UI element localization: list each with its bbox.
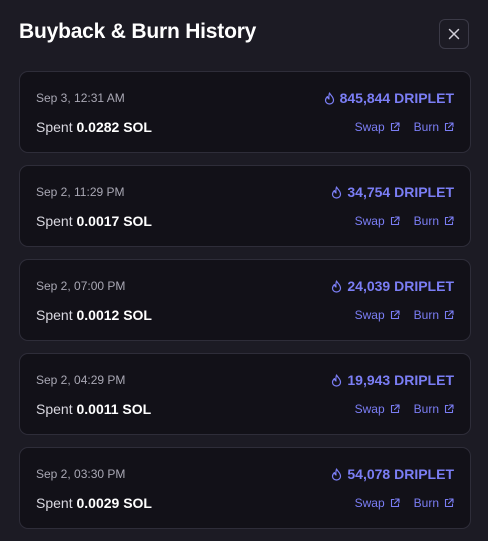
swap-link-label: Swap (354, 402, 385, 416)
burn-link[interactable]: Burn (414, 214, 454, 228)
swap-link-label: Swap (354, 214, 385, 228)
external-link-icon (390, 122, 400, 132)
modal-title: Buyback & Burn History (19, 20, 257, 43)
spent-text: Spent 0.0012 SOL (36, 307, 152, 323)
external-link-icon (390, 310, 400, 320)
swap-link[interactable]: Swap (355, 496, 400, 510)
spent-label: Spent (36, 495, 73, 511)
spent-value: 0.0017 SOL (76, 213, 152, 229)
spent-label: Spent (36, 307, 73, 323)
burn-link[interactable]: Burn (414, 496, 454, 510)
spent-value: 0.0029 SOL (76, 495, 152, 511)
external-link-icon (444, 404, 454, 414)
entry-date: Sep 2, 07:00 PM (36, 279, 126, 293)
entry-links: Swap Burn (355, 214, 454, 228)
external-link-icon (444, 216, 454, 226)
swap-link[interactable]: Swap (355, 308, 400, 322)
burn-link-label: Burn (413, 214, 439, 228)
spent-label: Spent (36, 119, 73, 135)
external-link-icon (390, 498, 400, 508)
history-card: Sep 2, 03:30 PM 54,078 DRIPLET Spent 0.0… (19, 447, 471, 529)
burn-link-label: Burn (413, 120, 439, 134)
close-icon (448, 28, 460, 40)
swap-link-label: Swap (354, 496, 385, 510)
history-list: Sep 3, 12:31 AM 845,844 DRIPLET Spent 0.… (19, 71, 471, 541)
burn-link-label: Burn (413, 402, 439, 416)
entry-date: Sep 2, 03:30 PM (36, 467, 126, 481)
history-card: Sep 2, 07:00 PM 24,039 DRIPLET Spent 0.0… (19, 259, 471, 341)
burn-amount-value: 845,844 DRIPLET (339, 90, 454, 106)
spent-value: 0.0012 SOL (76, 307, 152, 323)
history-card: Sep 2, 04:29 PM 19,943 DRIPLET Spent 0.0… (19, 353, 471, 435)
swap-link[interactable]: Swap (355, 120, 400, 134)
external-link-icon (444, 498, 454, 508)
swap-link[interactable]: Swap (355, 214, 400, 228)
entry-links: Swap Burn (355, 402, 454, 416)
entry-date: Sep 2, 11:29 PM (36, 185, 125, 199)
history-card: Sep 3, 12:31 AM 845,844 DRIPLET Spent 0.… (19, 71, 471, 153)
burn-link[interactable]: Burn (414, 402, 454, 416)
burn-amount: 34,754 DRIPLET (331, 184, 454, 200)
burn-amount: 54,078 DRIPLET (331, 466, 454, 482)
spent-label: Spent (36, 213, 73, 229)
burn-amount-value: 19,943 DRIPLET (347, 372, 454, 388)
external-link-icon (444, 310, 454, 320)
burn-link-label: Burn (413, 496, 439, 510)
flame-icon (331, 279, 342, 293)
flame-icon (331, 467, 342, 481)
spent-text: Spent 0.0029 SOL (36, 495, 152, 511)
external-link-icon (444, 122, 454, 132)
spent-label: Spent (36, 401, 73, 417)
burn-amount: 19,943 DRIPLET (331, 372, 454, 388)
history-card: Sep 2, 11:29 PM 34,754 DRIPLET Spent 0.0… (19, 165, 471, 247)
buyback-burn-history-modal: Buyback & Burn History Sep 3, 12:31 AM 8… (0, 0, 488, 535)
external-link-icon (390, 216, 400, 226)
flame-icon (331, 373, 342, 387)
entry-links: Swap Burn (355, 120, 454, 134)
spent-text: Spent 0.0282 SOL (36, 119, 152, 135)
spent-text: Spent 0.0011 SOL (36, 401, 151, 417)
flame-icon (324, 91, 335, 105)
swap-link-label: Swap (354, 120, 385, 134)
entry-date: Sep 3, 12:31 AM (36, 91, 125, 105)
burn-amount: 24,039 DRIPLET (331, 278, 454, 294)
spent-value: 0.0011 SOL (76, 401, 152, 417)
burn-amount-value: 54,078 DRIPLET (347, 466, 454, 482)
spent-text: Spent 0.0017 SOL (36, 213, 152, 229)
burn-link[interactable]: Burn (414, 120, 454, 134)
burn-amount-value: 34,754 DRIPLET (347, 184, 454, 200)
spent-value: 0.0282 SOL (76, 119, 152, 135)
burn-link-label: Burn (413, 308, 439, 322)
swap-link-label: Swap (354, 308, 385, 322)
flame-icon (331, 185, 342, 199)
external-link-icon (390, 404, 400, 414)
close-button[interactable] (439, 19, 469, 49)
entry-links: Swap Burn (355, 496, 454, 510)
entry-links: Swap Burn (355, 308, 454, 322)
burn-amount: 845,844 DRIPLET (324, 90, 454, 106)
burn-link[interactable]: Burn (414, 308, 454, 322)
entry-date: Sep 2, 04:29 PM (36, 373, 126, 387)
swap-link[interactable]: Swap (355, 402, 400, 416)
burn-amount-value: 24,039 DRIPLET (347, 278, 454, 294)
